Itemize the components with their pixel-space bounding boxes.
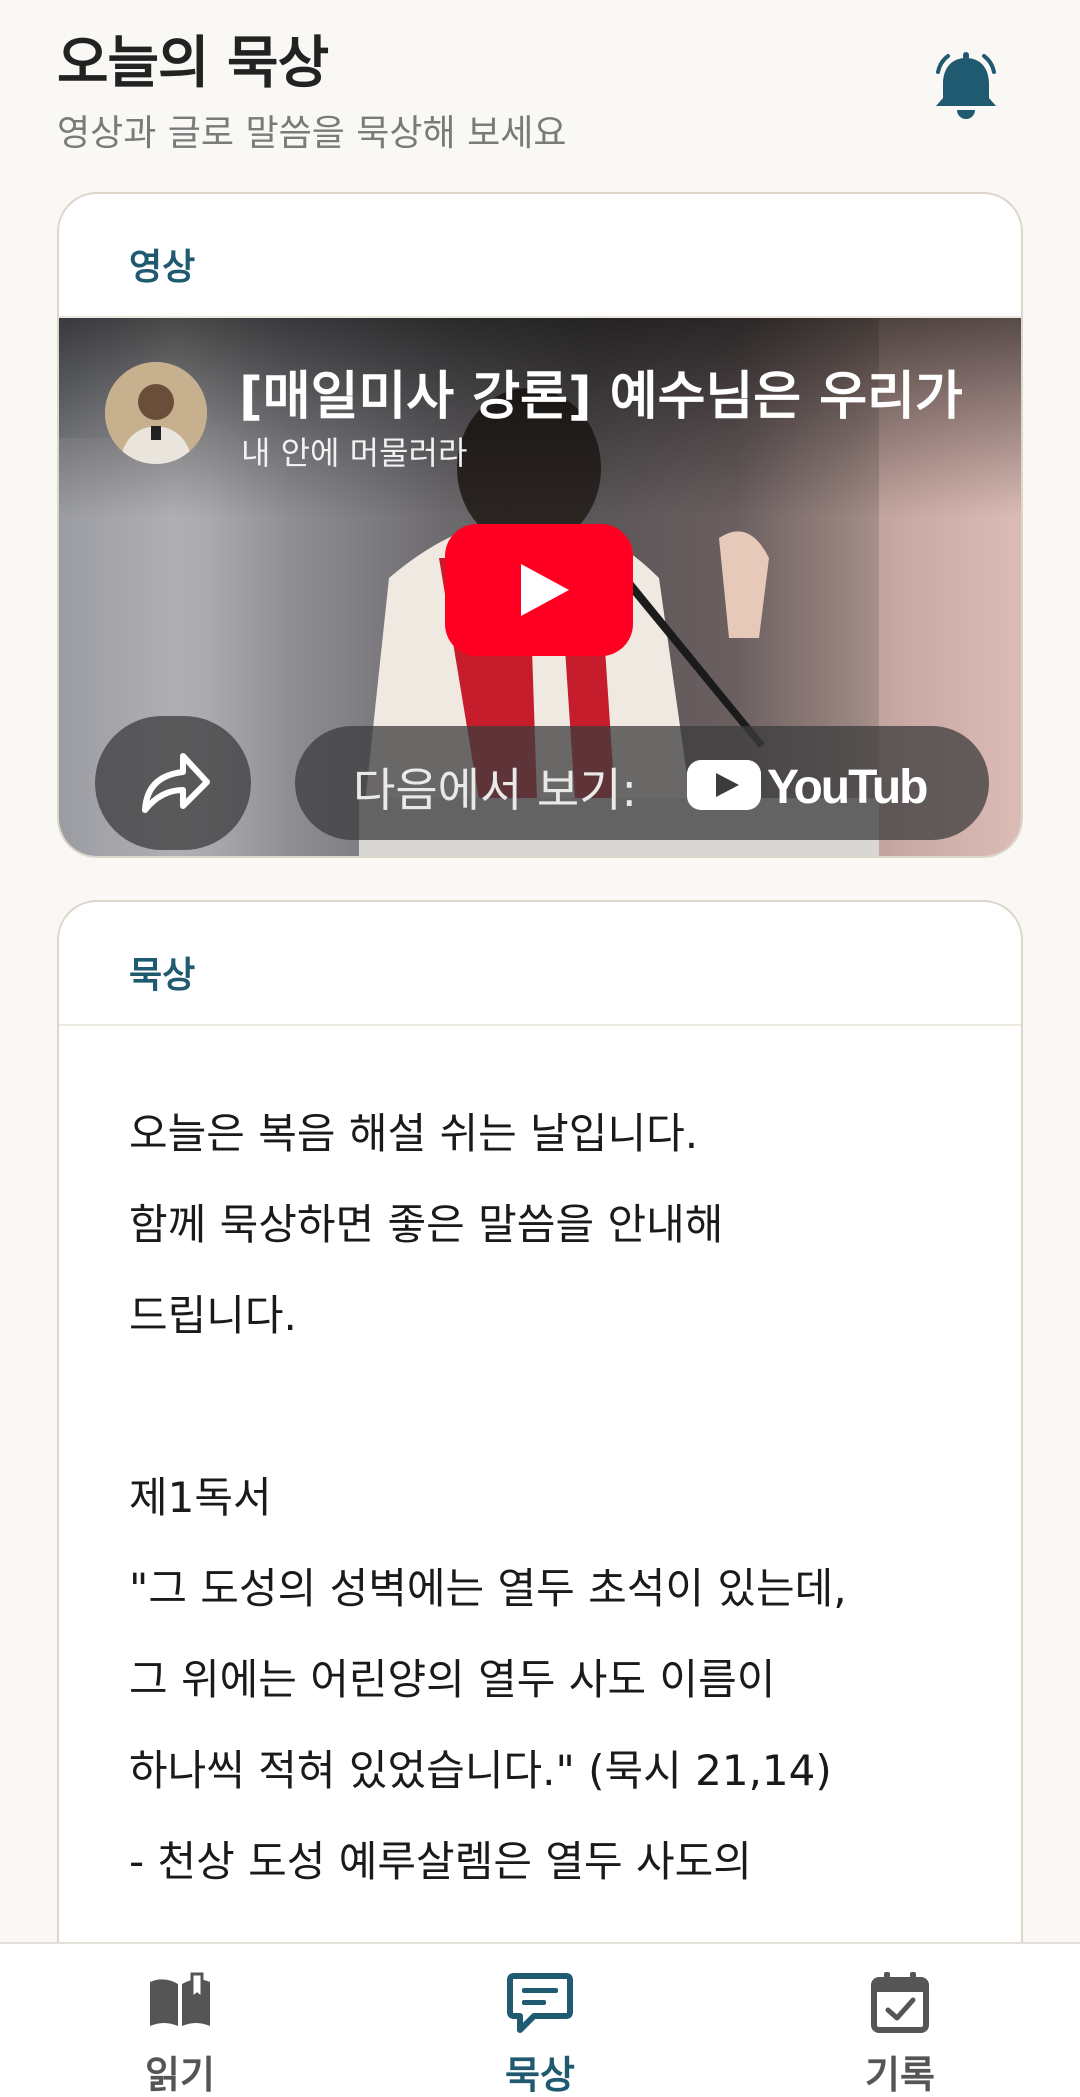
share-icon xyxy=(142,753,210,813)
nav-item-record[interactable]: 기록 xyxy=(780,1944,1020,2097)
watch-on-label: 다음에서 보기: xyxy=(353,763,638,817)
video-card-label: 영상 xyxy=(129,247,196,288)
youtube-logo-text: YouTube xyxy=(767,761,927,814)
play-icon xyxy=(521,564,569,616)
nav-label-meditation: 묵상 xyxy=(505,2053,575,2097)
calendar-check-icon xyxy=(871,1972,929,2033)
nav-item-meditation[interactable]: 묵상 xyxy=(420,1944,660,2097)
meditation-line-blank xyxy=(129,1361,969,1452)
card-divider xyxy=(59,1024,1021,1026)
nav-item-read[interactable]: 읽기 xyxy=(60,1944,300,2097)
nav-label-read: 읽기 xyxy=(145,2053,215,2097)
meditation-text: 오늘은 복음 해설 쉬는 날입니다. 함께 묵상하면 좋은 말씀을 안내해 드립… xyxy=(129,1088,969,1907)
meditation-line: 하나씩 적혀 있었습니다." (묵시 21,14) xyxy=(129,1746,832,1795)
meditation-line: "그 도성의 성벽에는 열두 초석이 있는데, xyxy=(129,1564,847,1613)
page-header: 오늘의 묵상 영상과 글로 말씀을 묵상해 보세요 xyxy=(0,0,1080,180)
video-player[interactable]: [매일미사 강론] 예수님은 우리가 내 안에 머물러라 다음에서 보기: Yo… xyxy=(59,318,1021,856)
video-card: 영상 [매일미사 강론] 예수님은 우리가 내 안에 머물러라 다음에서 보기:… xyxy=(57,192,1023,858)
bottom-navigation: 읽기 묵상 기록 xyxy=(0,1942,1080,2097)
watch-on-youtube-button[interactable]: 다음에서 보기: YouTube xyxy=(295,726,989,840)
meditation-line: 함께 묵상하면 좋은 말씀을 안내해 xyxy=(129,1200,724,1249)
meditation-line: 제1독서 xyxy=(129,1473,272,1522)
meditation-line: - 천상 도성 예루살렘은 열두 사도의 xyxy=(129,1837,752,1886)
chat-icon xyxy=(507,1973,573,2033)
play-button[interactable] xyxy=(445,524,633,656)
meditation-line: 오늘은 복음 해설 쉬는 날입니다. xyxy=(129,1109,699,1158)
bell-icon[interactable] xyxy=(930,50,1002,122)
meditation-line: 드립니다. xyxy=(129,1291,297,1340)
share-button[interactable] xyxy=(95,716,251,850)
page-title: 오늘의 묵상 xyxy=(57,31,329,96)
meditation-card-label: 묵상 xyxy=(129,955,196,996)
meditation-line: 그 위에는 어린양의 열두 사도 이름이 xyxy=(129,1655,776,1704)
video-title[interactable]: [매일미사 강론] 예수님은 우리가 xyxy=(239,354,999,429)
youtube-logo-icon: YouTube xyxy=(687,760,927,814)
meditation-card: 묵상 오늘은 복음 해설 쉬는 날입니다. 함께 묵상하면 좋은 말씀을 안내해… xyxy=(57,900,1023,2097)
video-subtitle: 내 안에 머물러라 xyxy=(241,434,468,472)
channel-avatar[interactable] xyxy=(105,362,207,464)
nav-label-record: 기록 xyxy=(865,2053,935,2097)
book-icon xyxy=(150,1972,210,2026)
page-subtitle: 영상과 글로 말씀을 묵상해 보세요 xyxy=(57,113,567,154)
